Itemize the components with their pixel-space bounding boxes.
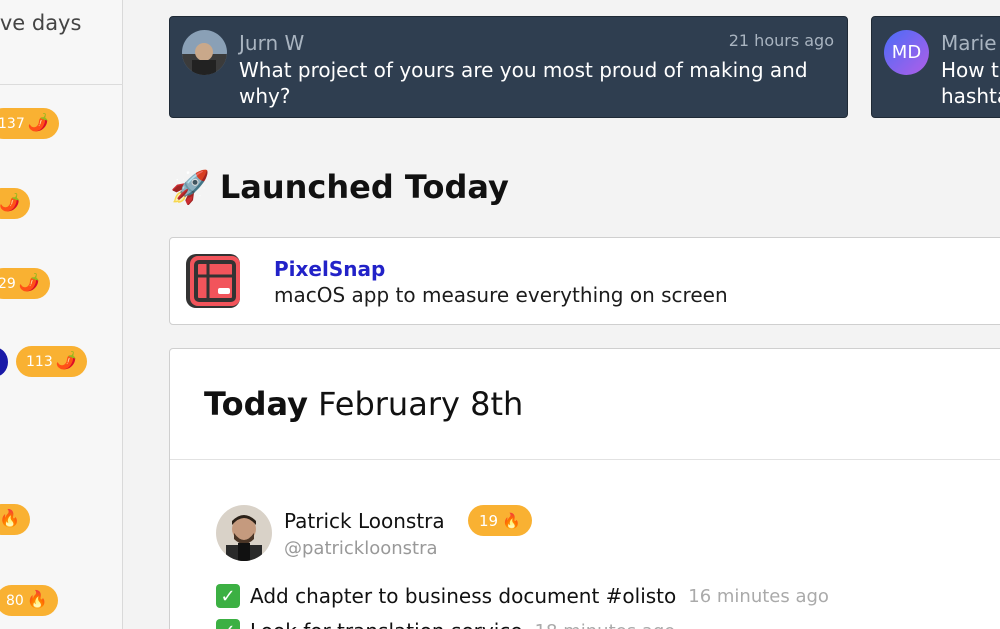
product-name-link[interactable]: PixelSnap [274, 257, 385, 281]
avatar-photo-icon [216, 505, 272, 561]
question-author[interactable]: Marie [941, 31, 997, 55]
section-title: Launched Today [219, 168, 509, 206]
todo-time: 16 minutes ago [688, 585, 829, 607]
user-name-link[interactable]: Patrick Loonstra [284, 509, 445, 533]
checkmark-icon: ✓ [216, 619, 240, 629]
avatar[interactable]: MD [884, 30, 929, 75]
streak-badge[interactable]: 80 🔥 [0, 585, 58, 616]
chili-icon: 🌶️ [0, 193, 21, 213]
avatar[interactable] [0, 347, 8, 377]
avatar-initials: MD [891, 42, 922, 63]
day-card: Today February 8th Patrick Loonstra @pat… [169, 348, 1000, 629]
question-text[interactable]: What project of yours are you most proud… [239, 57, 827, 109]
chili-icon: 🌶️ [55, 351, 77, 371]
streak-badge[interactable]: 29 🌶️ [0, 268, 50, 299]
avatar[interactable] [182, 30, 227, 75]
question-text[interactable]: How t hashta [941, 57, 1000, 109]
page: ive days 137 🌶️ 🌶️ 29 🌶️ 113 🌶️ 🔥 80 🔥 J… [0, 0, 1000, 629]
rocket-icon: 🚀 [170, 168, 210, 206]
todo-time: 18 minutes ago [535, 621, 676, 629]
sidebar-title: ive days [0, 11, 82, 35]
question-time: 21 hours ago [728, 31, 834, 50]
fire-icon: 🔥 [502, 511, 521, 530]
question-author[interactable]: Jurn W [239, 31, 304, 55]
question-card[interactable]: MD Marie How t hashta [871, 16, 1000, 118]
chili-icon: 🌶️ [27, 113, 49, 133]
streak-badge[interactable]: 🌶️ [0, 188, 31, 219]
streak-badge[interactable]: 113 🌶️ [16, 346, 87, 377]
divider [170, 459, 1000, 460]
chili-icon: 🌶️ [18, 273, 40, 293]
checkmark-icon: ✓ [216, 584, 240, 608]
todo-item[interactable]: ✓ Look for translation service 18 minute… [216, 619, 675, 629]
launched-today-heading: 🚀 Launched Today [170, 168, 509, 206]
streak-badge[interactable]: 137 🌶️ [0, 108, 59, 139]
todo-text[interactable]: Add chapter to business document #olisto [250, 584, 676, 608]
streak-count: 19 [479, 511, 499, 530]
avatar[interactable] [216, 505, 272, 561]
badge-count: 137 [0, 115, 25, 132]
pixelsnap-logo-icon[interactable] [182, 250, 246, 314]
product-card[interactable]: PixelSnap macOS app to measure everythin… [169, 237, 1000, 325]
sidebar-divider [0, 84, 123, 85]
fire-icon: 🔥 [26, 590, 48, 610]
sidebar: ive days 137 🌶️ 🌶️ 29 🌶️ 113 🌶️ 🔥 80 🔥 [0, 0, 123, 629]
todo-item[interactable]: ✓ Add chapter to business document #olis… [216, 584, 829, 608]
day-label: Today [204, 385, 308, 423]
question-card[interactable]: Jurn W 21 hours ago What project of your… [169, 16, 848, 118]
todo-text[interactable]: Look for translation service [250, 619, 523, 629]
day-heading: Today February 8th [204, 385, 523, 423]
avatar-photo-icon [182, 30, 227, 75]
product-description: macOS app to measure everything on scree… [274, 283, 728, 307]
fire-icon: 🔥 [0, 509, 21, 529]
day-date: February 8th [318, 385, 524, 423]
streak-badge[interactable]: 19 🔥 [468, 505, 532, 536]
badge-count: 29 [0, 275, 16, 292]
badge-count: 80 [6, 592, 24, 609]
user-handle[interactable]: @patrickloonstra [284, 538, 438, 559]
badge-count: 113 [26, 353, 53, 370]
streak-badge[interactable]: 🔥 [0, 504, 31, 535]
